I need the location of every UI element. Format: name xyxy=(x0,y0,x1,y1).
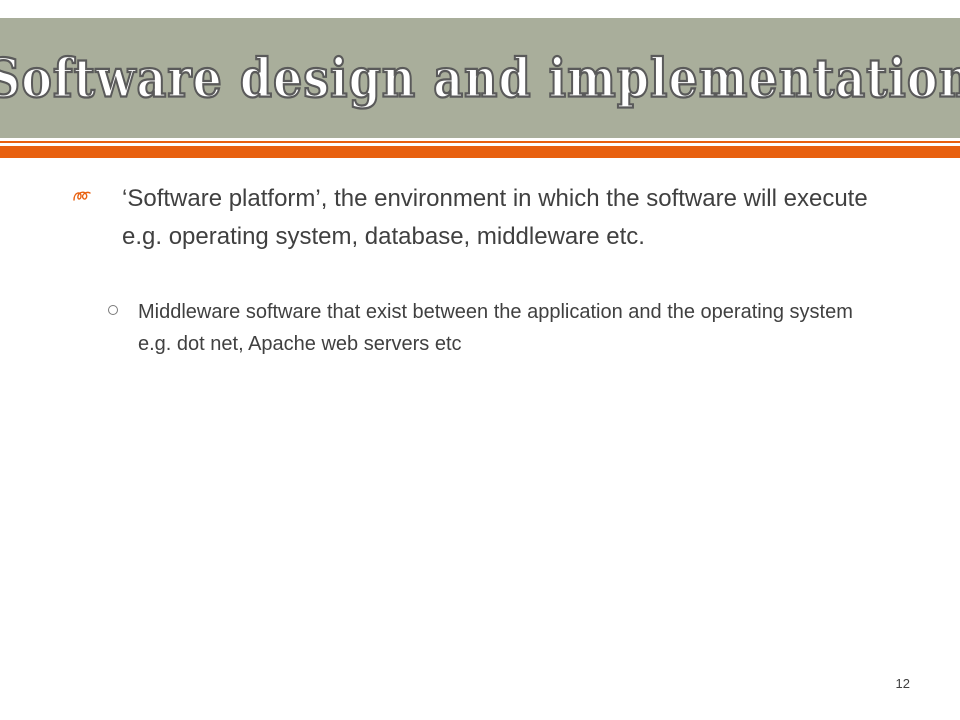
curl-bullet-icon xyxy=(72,188,92,204)
bullet-text: ‘Software platform’, the environment in … xyxy=(122,185,868,250)
sub-bullet-item: Middleware software that exist between t… xyxy=(108,296,868,360)
slide-content: ‘Software platform’, the environment in … xyxy=(0,0,960,720)
slide: Software design and implementation ‘Soft… xyxy=(0,0,960,720)
hollow-circle-bullet-icon xyxy=(108,305,118,315)
bullet-item: ‘Software platform’, the environment in … xyxy=(72,180,902,256)
page-number: 12 xyxy=(895,676,910,691)
sub-bullet-text: Middleware software that exist between t… xyxy=(138,301,853,355)
